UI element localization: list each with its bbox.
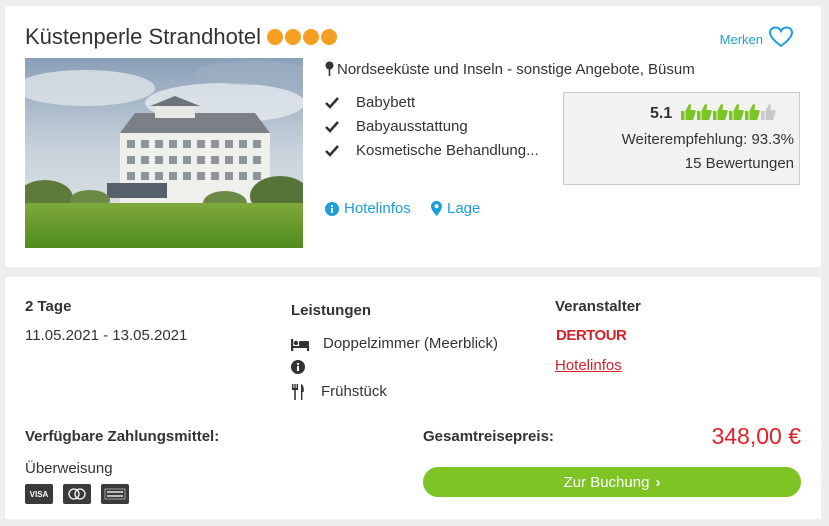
feature-label: Babybett bbox=[356, 94, 416, 111]
operator-title: Veranstalter bbox=[555, 298, 641, 315]
meal-service: Frühstück bbox=[291, 383, 387, 400]
hotel-region: Nordseeküste und Inseln - sonstige Angeb… bbox=[325, 61, 695, 78]
hotel-photo[interactable] bbox=[25, 58, 303, 248]
total-label: Gesamtreisepreis: bbox=[423, 428, 554, 445]
pin-icon bbox=[325, 61, 334, 76]
star-icon bbox=[285, 29, 301, 45]
check-icon bbox=[325, 120, 339, 133]
book-button[interactable]: Zur Buchung › bbox=[423, 467, 801, 497]
feature-item: Kosmetische Behandlung... bbox=[325, 142, 539, 159]
feature-label: Babyausstattung bbox=[356, 118, 468, 135]
travel-dates: 11.05.2021 - 13.05.2021 bbox=[25, 327, 188, 344]
operator-hotelinfos-link[interactable]: Hotelinfos bbox=[555, 357, 622, 374]
payment-title: Verfügbare Zahlungsmittel: bbox=[25, 428, 220, 445]
star-icon bbox=[321, 29, 337, 45]
thumb-up-filled-icon bbox=[729, 104, 744, 120]
payment-method: Überweisung bbox=[25, 460, 113, 477]
meal-label: Frühstück bbox=[321, 383, 387, 400]
room-label: Doppelzimmer (Meerblick) bbox=[323, 335, 499, 352]
thumb-up-filled-icon bbox=[713, 104, 728, 120]
room-info[interactable] bbox=[291, 360, 305, 379]
rating-thumbs bbox=[680, 103, 776, 121]
info-icon[interactable] bbox=[291, 360, 305, 374]
mastercard-icon bbox=[63, 484, 91, 504]
thumb-up-filled-icon bbox=[681, 104, 696, 120]
hotelinfos-link[interactable]: Hotelinfos bbox=[325, 200, 411, 217]
dertour-logo: DERTOUR bbox=[556, 327, 627, 344]
offer-card: 2 Tage 11.05.2021 - 13.05.2021 Leistunge… bbox=[5, 277, 821, 519]
lage-link[interactable]: Lage bbox=[431, 200, 480, 217]
bed-icon bbox=[291, 338, 309, 351]
thumb-up-filled-icon bbox=[697, 104, 712, 120]
map-pin-icon bbox=[431, 201, 442, 216]
rating-score: 5.1 bbox=[650, 105, 673, 122]
cutlery-icon bbox=[292, 383, 304, 400]
hotel-name[interactable]: Küstenperle Strandhotel bbox=[25, 24, 261, 50]
thumb-up-filled-icon bbox=[745, 104, 760, 120]
check-icon bbox=[325, 96, 339, 109]
review-count[interactable]: 15 Bewertungen bbox=[685, 155, 794, 172]
hotel-card: Küstenperle Strandhotel Merken Nordseekü… bbox=[5, 6, 821, 267]
room-service: Doppelzimmer (Meerblick) bbox=[291, 335, 498, 352]
duration: 2 Tage bbox=[25, 298, 72, 315]
chevron-right-icon: › bbox=[655, 473, 661, 491]
book-label: Zur Buchung bbox=[563, 473, 650, 491]
amex-icon bbox=[101, 484, 129, 504]
info-icon bbox=[325, 201, 339, 216]
heart-icon[interactable] bbox=[769, 26, 793, 48]
feature-item: Babyausstattung bbox=[325, 118, 468, 135]
feature-item: Babybett bbox=[325, 94, 415, 111]
thumb-up-empty-icon bbox=[761, 104, 776, 120]
hotel-stars bbox=[267, 29, 337, 45]
star-icon bbox=[303, 29, 319, 45]
star-icon bbox=[267, 29, 283, 45]
visa-icon: VISA bbox=[25, 484, 53, 504]
region-text: Nordseeküste und Inseln - sonstige Angeb… bbox=[337, 61, 695, 78]
services-title: Leistungen bbox=[291, 302, 372, 319]
total-price: 348,00 € bbox=[711, 423, 801, 449]
rating-box[interactable]: 5.1 Weiterempfehlung: 93.3% 15 Bewertung… bbox=[563, 92, 800, 185]
feature-label: Kosmetische Behandlung... bbox=[356, 142, 539, 159]
merken-link[interactable]: Merken bbox=[720, 32, 763, 47]
payment-cards: VISA bbox=[25, 484, 129, 504]
recommendation-rate: Weiterempfehlung: 93.3% bbox=[621, 131, 794, 148]
check-icon bbox=[325, 144, 339, 157]
